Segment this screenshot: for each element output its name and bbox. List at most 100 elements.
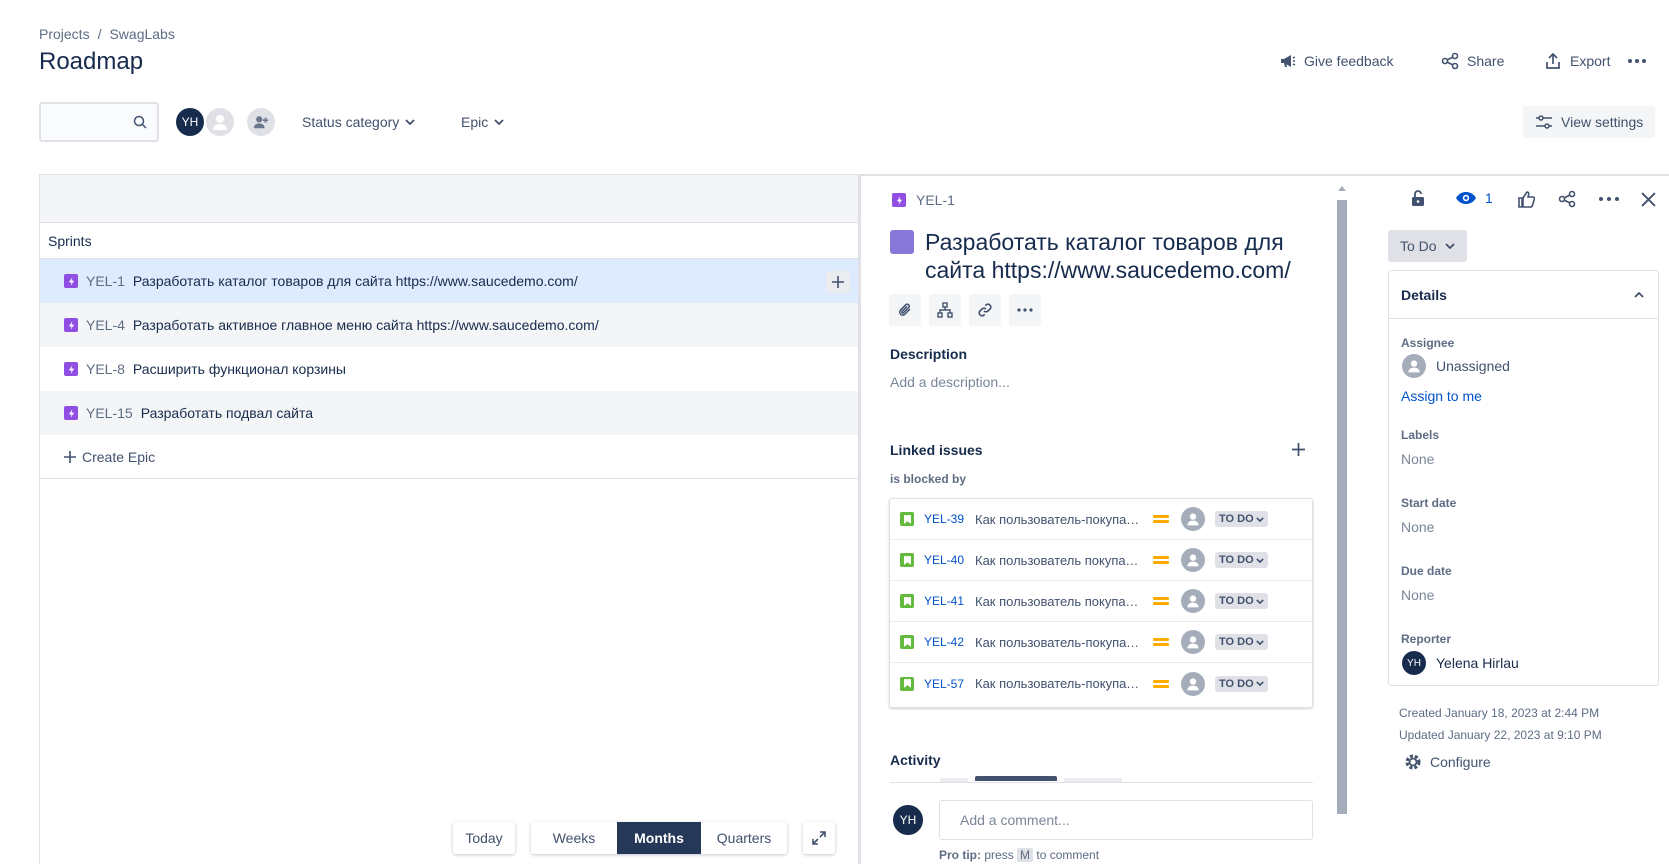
search-input[interactable] bbox=[39, 102, 159, 142]
linked-issue-row[interactable]: YEL-40 Как пользователь покупатель TO DO bbox=[890, 540, 1312, 581]
activity-label: Activity bbox=[890, 752, 941, 768]
linked-issue-row[interactable]: YEL-42 Как пользователь-покупатель TO DO bbox=[890, 622, 1312, 663]
linked-issue-row[interactable]: YEL-57 Как пользователь-покупатель TO DO bbox=[890, 663, 1312, 704]
today-button[interactable]: Today bbox=[453, 822, 515, 854]
reporter-field[interactable]: YH Yelena Hirlau bbox=[1402, 651, 1519, 675]
close-button[interactable] bbox=[1641, 192, 1656, 207]
watch-button[interactable]: 1 bbox=[1455, 190, 1493, 206]
assignee-avatar[interactable] bbox=[1181, 507, 1205, 531]
story-icon bbox=[900, 553, 914, 567]
reporter-avatar: YH bbox=[1402, 651, 1426, 675]
breadcrumb-project[interactable]: SwagLabs bbox=[109, 26, 174, 42]
linked-issue-row[interactable]: YEL-41 Как пользователь покупатель TO DO bbox=[890, 581, 1312, 622]
linked-issue-key[interactable]: YEL-40 bbox=[924, 553, 969, 567]
linked-issue-summary[interactable]: Как пользователь-покупатель bbox=[975, 635, 1143, 650]
vote-button[interactable] bbox=[1517, 190, 1535, 208]
epic-icon bbox=[64, 362, 78, 376]
more-tools-button[interactable] bbox=[1009, 294, 1041, 326]
activity-tab[interactable] bbox=[1064, 778, 1122, 782]
unlock-icon bbox=[1410, 189, 1426, 207]
issue-actions-button[interactable] bbox=[1599, 197, 1619, 201]
activity-tab[interactable] bbox=[940, 778, 968, 782]
person-icon bbox=[210, 112, 230, 132]
status-category-filter[interactable]: Status category bbox=[302, 114, 415, 130]
export-button[interactable]: Export bbox=[1536, 45, 1618, 77]
epic-row[interactable]: YEL-4 Разработать активное главное меню … bbox=[40, 303, 858, 347]
assignee-avatar[interactable] bbox=[1181, 671, 1205, 696]
share-issue-button[interactable] bbox=[1558, 190, 1576, 208]
person-icon bbox=[1185, 511, 1201, 527]
scroll-up-icon[interactable] bbox=[1338, 186, 1346, 191]
breadcrumb-projects[interactable]: Projects bbox=[39, 26, 90, 42]
epic-key: YEL-1 bbox=[86, 273, 125, 289]
labels-field[interactable]: None bbox=[1401, 451, 1434, 467]
roadmap-panel: Sprints YEL-1 Разработать каталог товаро… bbox=[39, 174, 859, 864]
sprints-header: Sprints bbox=[40, 223, 858, 259]
assignee-value: Unassigned bbox=[1436, 358, 1510, 374]
share-button[interactable]: Share bbox=[1433, 45, 1512, 77]
lock-button[interactable] bbox=[1410, 189, 1426, 207]
issue-key[interactable]: YEL-1 bbox=[892, 192, 955, 208]
linked-issue-key[interactable]: YEL-42 bbox=[924, 635, 969, 649]
scrollbar[interactable] bbox=[1337, 200, 1347, 814]
link-issue-button[interactable] bbox=[969, 294, 1001, 326]
create-epic-button[interactable]: Create Epic bbox=[40, 435, 858, 479]
description-field[interactable]: Add a description... bbox=[890, 374, 1010, 390]
fullscreen-button[interactable] bbox=[803, 822, 835, 854]
due-date-field[interactable]: None bbox=[1401, 587, 1434, 603]
linked-issue-summary[interactable]: Как пользователь покупатель bbox=[975, 594, 1143, 609]
status-dropdown[interactable]: TO DO bbox=[1215, 675, 1268, 692]
attach-button[interactable] bbox=[889, 294, 921, 326]
linked-issue-key[interactable]: YEL-39 bbox=[924, 512, 969, 526]
chevron-down-icon bbox=[1255, 681, 1264, 686]
add-child-button[interactable] bbox=[826, 271, 850, 293]
weeks-button[interactable]: Weeks bbox=[531, 822, 617, 854]
configure-button[interactable]: Configure bbox=[1404, 753, 1491, 771]
activity-tab-active[interactable] bbox=[975, 776, 1057, 781]
linked-issue-row[interactable]: YEL-39 Как пользователь-покупатель TO DO bbox=[890, 499, 1312, 540]
linked-issue-summary[interactable]: Как пользователь покупатель bbox=[975, 553, 1143, 568]
comment-input[interactable]: Add a comment... bbox=[939, 800, 1313, 840]
more-actions-button[interactable] bbox=[1623, 45, 1651, 77]
epic-row[interactable]: YEL-8 Расширить функционал корзины bbox=[40, 347, 858, 391]
add-link-button[interactable] bbox=[1292, 443, 1305, 456]
add-people-button[interactable] bbox=[245, 106, 277, 138]
status-dropdown[interactable]: TO DO bbox=[1215, 511, 1268, 527]
status-label: TO DO bbox=[1219, 513, 1254, 525]
assign-to-me-link[interactable]: Assign to me bbox=[1401, 388, 1482, 404]
give-feedback-button[interactable]: Give feedback bbox=[1270, 45, 1402, 77]
more-icon bbox=[1599, 197, 1619, 201]
child-issue-button[interactable] bbox=[929, 294, 961, 326]
hierarchy-icon bbox=[937, 302, 953, 318]
epic-summary: Разработать каталог товаров для сайта ht… bbox=[132, 273, 578, 289]
avatar[interactable]: YH bbox=[174, 106, 206, 138]
issue-title[interactable]: Разработать каталог товаров для сайта ht… bbox=[925, 228, 1320, 284]
epic-row[interactable]: YEL-1 Разработать каталог товаров для са… bbox=[40, 259, 858, 303]
pro-tip-press: press bbox=[984, 848, 1014, 862]
months-button[interactable]: Months bbox=[617, 822, 701, 854]
epic-filter[interactable]: Epic bbox=[461, 114, 504, 130]
linked-issue-summary[interactable]: Как пользователь-покупатель bbox=[975, 676, 1143, 691]
status-dropdown[interactable]: TO DO bbox=[1215, 593, 1268, 609]
close-icon bbox=[1641, 192, 1656, 207]
unassigned-avatar[interactable] bbox=[204, 106, 236, 138]
roadmap-header bbox=[40, 175, 858, 223]
assignee-avatar[interactable] bbox=[1181, 548, 1205, 572]
status-label: TO DO bbox=[1219, 636, 1254, 648]
linked-issue-key[interactable]: YEL-57 bbox=[924, 677, 969, 691]
linked-issue-summary[interactable]: Как пользователь-покупатель bbox=[975, 512, 1143, 527]
status-dropdown[interactable]: TO DO bbox=[1215, 634, 1268, 650]
status-transition-button[interactable]: To Do bbox=[1388, 230, 1467, 262]
assignee-avatar[interactable] bbox=[1181, 589, 1205, 613]
view-settings-button[interactable]: View settings bbox=[1523, 106, 1656, 138]
epic-color-swatch[interactable] bbox=[890, 230, 914, 254]
epic-row[interactable]: YEL-15 Разработать подвал сайта bbox=[40, 391, 858, 435]
assignee-avatar[interactable] bbox=[1181, 630, 1205, 654]
start-date-field[interactable]: None bbox=[1401, 519, 1434, 535]
details-header[interactable]: Details bbox=[1389, 271, 1658, 319]
assignee-field[interactable]: Unassigned bbox=[1402, 354, 1510, 378]
assignee-label: Assignee bbox=[1401, 336, 1455, 350]
linked-issue-key[interactable]: YEL-41 bbox=[924, 594, 969, 608]
quarters-button[interactable]: Quarters bbox=[701, 822, 787, 854]
status-dropdown[interactable]: TO DO bbox=[1215, 552, 1268, 568]
